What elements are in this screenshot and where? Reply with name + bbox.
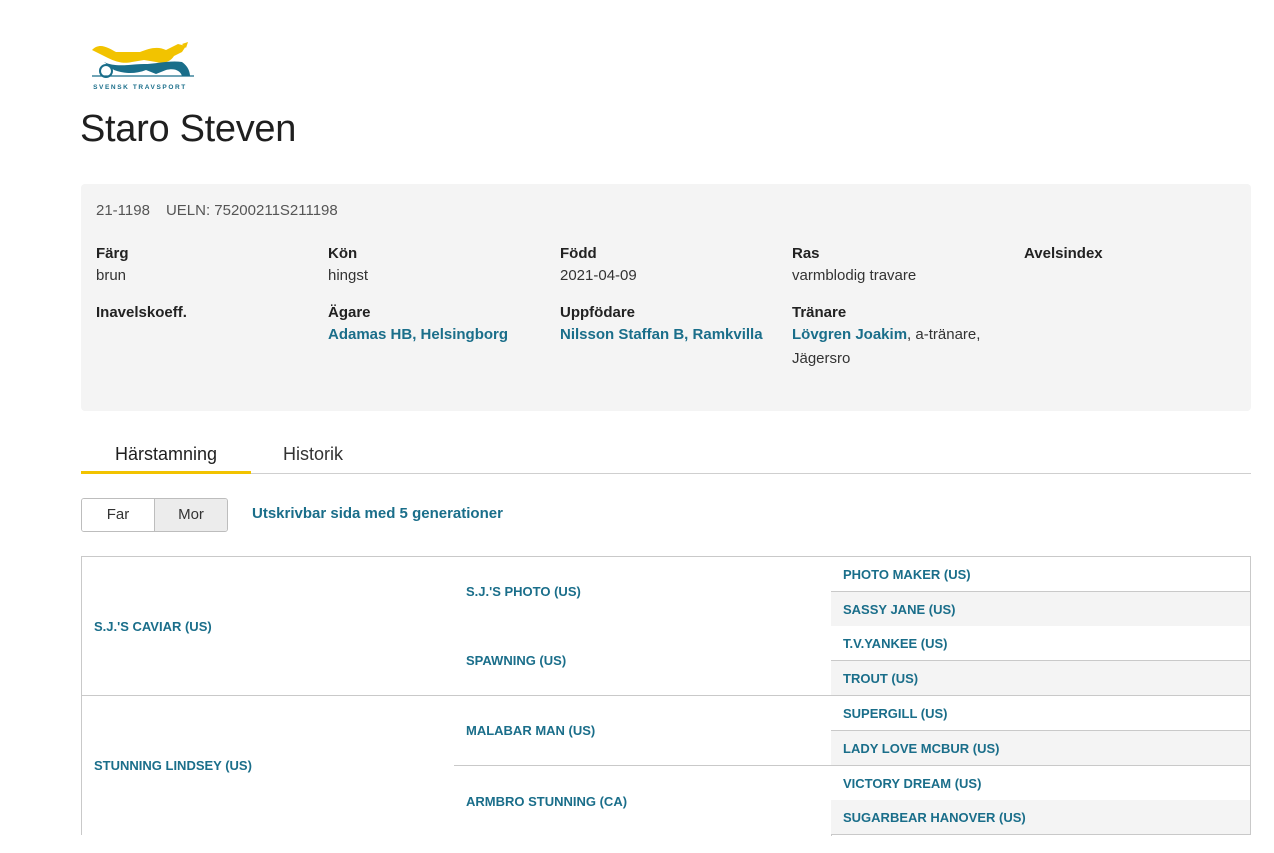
field-value: hingst (328, 267, 369, 284)
breeder-link[interactable]: Nilsson Staffan B, Ramkvilla (560, 326, 763, 343)
trainer-details: , a-tränare, (907, 326, 981, 343)
field-label: Avelsindex (1024, 245, 1103, 262)
trotting-horse-icon (92, 42, 194, 78)
far-button[interactable]: Far (82, 499, 154, 531)
mor-button[interactable]: Mor (154, 499, 227, 531)
registration-number: 21-1198 (96, 202, 150, 219)
horse-identifiers: 21-1198 UELN: 75200211S211198 (96, 202, 354, 219)
pedigree-sire[interactable]: S.J.'S CAVIAR (US) (82, 557, 455, 696)
field-fodd: Född 2021-04-09 (560, 244, 780, 288)
field-label: Född (560, 245, 597, 262)
trainer-location: Jägersro (792, 350, 851, 367)
pedigree-gen3-item[interactable]: SASSY JANE (US) (831, 592, 1251, 627)
tab-harstamning[interactable]: Härstamning (81, 436, 251, 474)
field-label: Kön (328, 245, 358, 262)
field-uppfodare: Uppfödare Nilsson Staffan B, Ramkvilla (560, 303, 780, 347)
field-label: Färg (96, 245, 129, 262)
pedigree-table: S.J.'S CAVIAR (US) STUNNING LINDSEY (US)… (81, 556, 1251, 836)
trainer-link[interactable]: Lövgren Joakim (792, 326, 907, 343)
pedigree-granddam-maternal[interactable]: ARMBRO STUNNING (CA) (454, 766, 832, 836)
tab-historik[interactable]: Historik (251, 436, 375, 474)
tab-bar: Härstamning Historik (81, 436, 1251, 474)
page-title: Staro Steven (80, 108, 297, 150)
pedigree-gen3-item[interactable]: T.V.YANKEE (US) (831, 626, 1251, 661)
field-agare: Ägare Adamas HB, Helsingborg (328, 303, 548, 347)
field-kon: Kön hingst (328, 244, 548, 288)
field-label: Ägare (328, 304, 371, 321)
pedigree-gen3-item[interactable]: SUPERGILL (US) (831, 696, 1251, 731)
pedigree-granddam-paternal[interactable]: SPAWNING (US) (454, 626, 832, 696)
field-label: Tränare (792, 304, 847, 321)
horse-info-panel: 21-1198 UELN: 75200211S211198 Färg brun K… (81, 184, 1251, 411)
field-label: Inavelskoeff. (96, 304, 187, 321)
pedigree-gen3-item[interactable]: LADY LOVE MCBUR (US) (831, 731, 1251, 766)
logo-text: SVENSK TRAVSPORT (93, 84, 187, 91)
printable-page-link[interactable]: Utskrivbar sida med 5 generationer (252, 505, 503, 522)
field-value: 2021-04-09 (560, 267, 637, 284)
field-ras: Ras varmblodig travare (792, 244, 1012, 288)
field-value: varmblodig travare (792, 267, 917, 284)
pedigree-gen3-item[interactable]: PHOTO MAKER (US) (831, 557, 1251, 592)
pedigree-gen3-item[interactable]: TROUT (US) (831, 661, 1251, 696)
field-value: brun (96, 267, 127, 284)
far-mor-toggle: Far Mor (81, 498, 228, 532)
owner-link[interactable]: Adamas HB, Helsingborg (328, 326, 508, 343)
pedigree-grandsire-maternal[interactable]: MALABAR MAN (US) (454, 696, 832, 766)
pedigree-gen3-item[interactable]: VICTORY DREAM (US) (831, 766, 1251, 801)
ueln-number: UELN: 75200211S211198 (165, 202, 338, 219)
field-farg: Färg brun (96, 244, 316, 288)
field-avelsindex: Avelsindex (1024, 244, 1244, 264)
field-label: Uppfödare (560, 304, 635, 321)
field-inavelskoeff: Inavelskoeff. (96, 303, 316, 323)
pedigree-dam[interactable]: STUNNING LINDSEY (US) (82, 696, 455, 835)
field-label: Ras (792, 245, 820, 262)
pedigree-grandsire-paternal[interactable]: S.J.'S PHOTO (US) (454, 557, 832, 627)
field-tranare: Tränare Lövgren Joakim, a-tränare, Jäger… (792, 303, 1002, 371)
pedigree-gen3-item[interactable]: SUGARBEAR HANOVER (US) (831, 800, 1251, 834)
svensk-travsport-logo[interactable]: SVENSK TRAVSPORT (86, 40, 198, 96)
